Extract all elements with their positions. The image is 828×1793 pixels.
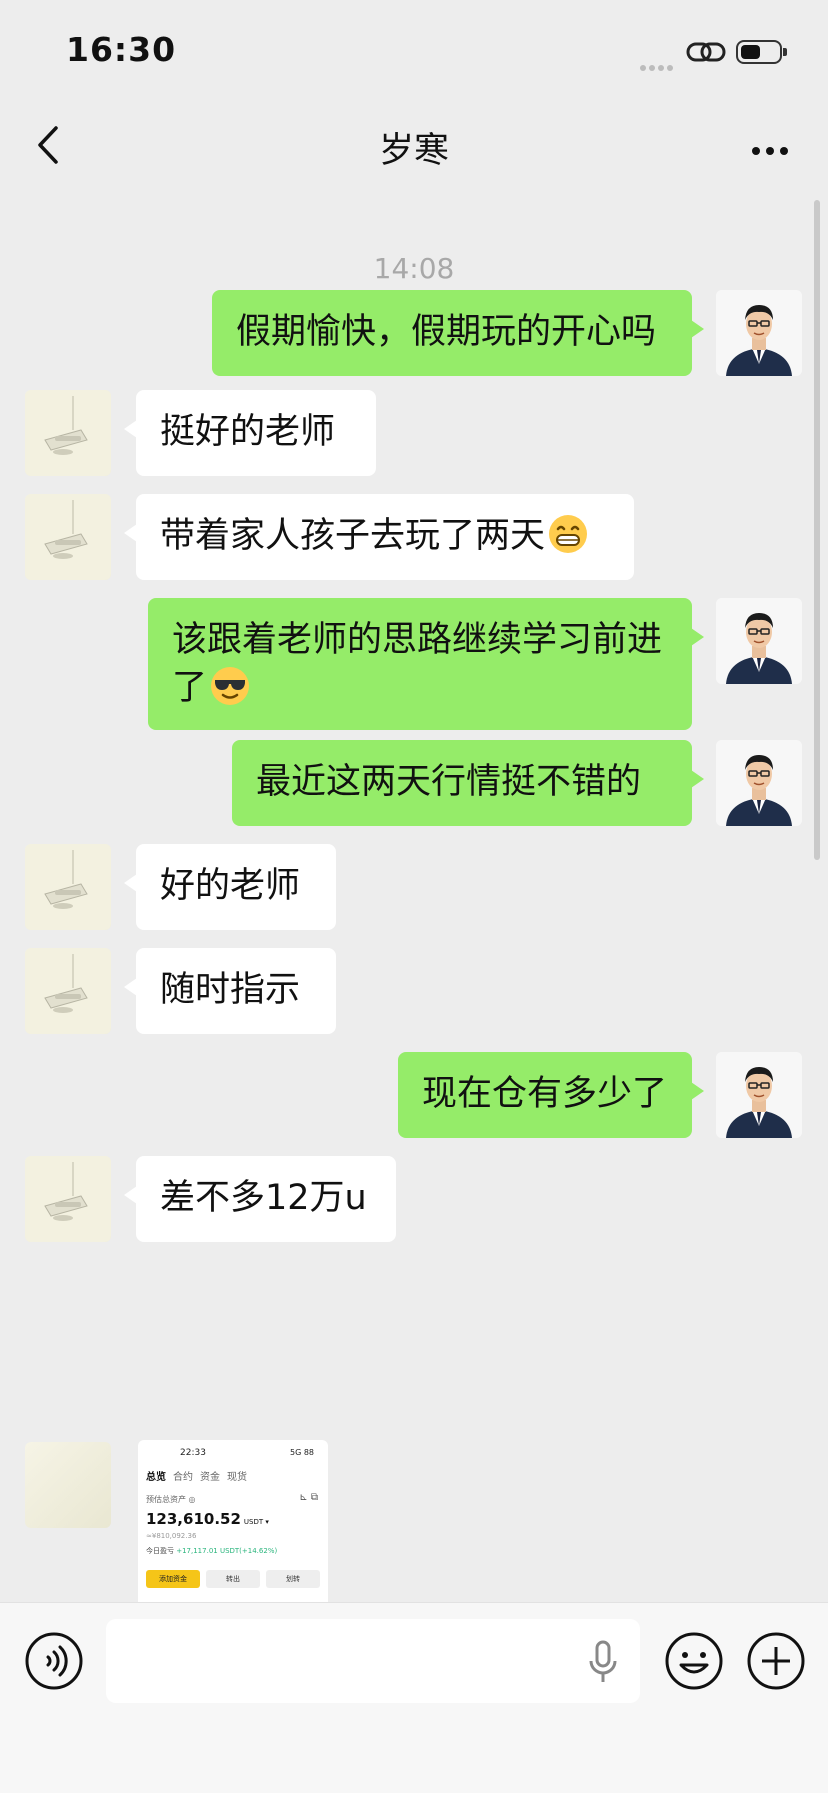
chat-title: 岁寒 <box>378 131 449 171</box>
more-icon[interactable] <box>752 140 796 155</box>
received-message-bubble[interactable]: 随时指示 <box>124 948 336 1034</box>
image-text: 预估总资产 ◎ <box>146 1495 196 1504</box>
input-bar <box>0 1602 828 1793</box>
image-button: 转出 <box>206 1570 260 1588</box>
contact-avatar[interactable] <box>25 1442 111 1528</box>
image-amount: 123,610.52 USDT ▾ <box>146 1510 269 1528</box>
grinning-face-emoji <box>545 515 589 556</box>
contact-avatar[interactable] <box>25 948 111 1034</box>
image-tab: 资金 <box>200 1472 220 1483</box>
my-avatar[interactable] <box>716 740 802 826</box>
message-text: 最近这两天行情挺不错的 <box>256 762 642 802</box>
image-pnl: 今日盈亏 +17,117.01 USDT(+14.62%) <box>146 1547 278 1555</box>
image-button: 添加资金 <box>146 1570 200 1588</box>
message-text: 随时指示 <box>160 970 301 1010</box>
sent-message-bubble[interactable]: 该跟着老师的思路继续学习前进了 <box>148 598 704 730</box>
microphone-icon[interactable] <box>586 1639 620 1685</box>
link-icon <box>686 42 726 62</box>
chat-area[interactable]: 14:08 假期愉快，假期玩的开心吗挺好的老师带着家人孩子去玩了两天该跟着老师的… <box>0 190 828 1602</box>
message-text: 好的老师 <box>160 866 301 906</box>
image-tab: 现货 <box>227 1472 247 1483</box>
sent-message-bubble[interactable]: 最近这两天行情挺不错的 <box>232 740 704 826</box>
contact-avatar[interactable] <box>25 494 111 580</box>
image-text: 5G 88 <box>289 1448 314 1457</box>
sunglasses-face-emoji <box>207 667 251 708</box>
message-input[interactable] <box>106 1619 640 1703</box>
sent-message-bubble[interactable]: 现在仓有多少了 <box>398 1052 704 1138</box>
message-text: 挺好的老师 <box>160 412 336 452</box>
my-avatar[interactable] <box>716 1052 802 1138</box>
image-tab: 总览 <box>146 1472 166 1483</box>
voice-icon[interactable] <box>24 1631 84 1691</box>
message-text: 现在仓有多少了 <box>422 1074 668 1114</box>
nav-bar: 岁寒 <box>0 100 828 190</box>
plus-icon[interactable] <box>746 1631 806 1691</box>
battery-icon <box>736 40 787 64</box>
sent-message-bubble[interactable]: 假期愉快，假期玩的开心吗 <box>212 290 704 376</box>
image-tabs: 总览 合约 资金 现货 <box>146 1468 254 1483</box>
my-avatar[interactable] <box>716 598 802 684</box>
signal-icon <box>640 56 676 75</box>
received-message-bubble[interactable]: 带着家人孩子去玩了两天 <box>124 494 634 580</box>
status-bar: 16:30 <box>0 0 828 100</box>
image-text: 22:33 <box>180 1448 206 1458</box>
message-timestamp: 14:08 <box>373 252 455 285</box>
message-text: 差不多12万u <box>160 1178 367 1218</box>
message-text: 带着家人孩子去玩了两天 <box>160 516 546 556</box>
contact-avatar[interactable] <box>25 1156 111 1242</box>
received-message-bubble[interactable]: 差不多12万u <box>124 1156 396 1242</box>
image-text: ≈¥810,092.36 <box>146 1532 197 1540</box>
status-time: 16:30 <box>66 30 177 69</box>
image-button: 划转 <box>266 1570 320 1588</box>
contact-avatar[interactable] <box>25 390 111 476</box>
chart-icon: ⊾ ⧉ <box>299 1492 318 1503</box>
scrollbar[interactable] <box>814 200 820 860</box>
image-message[interactable]: 22:33 5G 88 总览 合约 资金 现货 预估总资产 ◎ ⊾ ⧉ 123,610… <box>138 1440 328 1602</box>
received-message-bubble[interactable]: 挺好的老师 <box>124 390 376 476</box>
received-message-bubble[interactable]: 好的老师 <box>124 844 336 930</box>
message-text: 假期愉快，假期玩的开心吗 <box>236 312 657 352</box>
my-avatar[interactable] <box>716 290 802 376</box>
emoji-icon[interactable] <box>664 1631 724 1691</box>
contact-avatar[interactable] <box>25 844 111 930</box>
image-tab: 合约 <box>173 1472 193 1483</box>
